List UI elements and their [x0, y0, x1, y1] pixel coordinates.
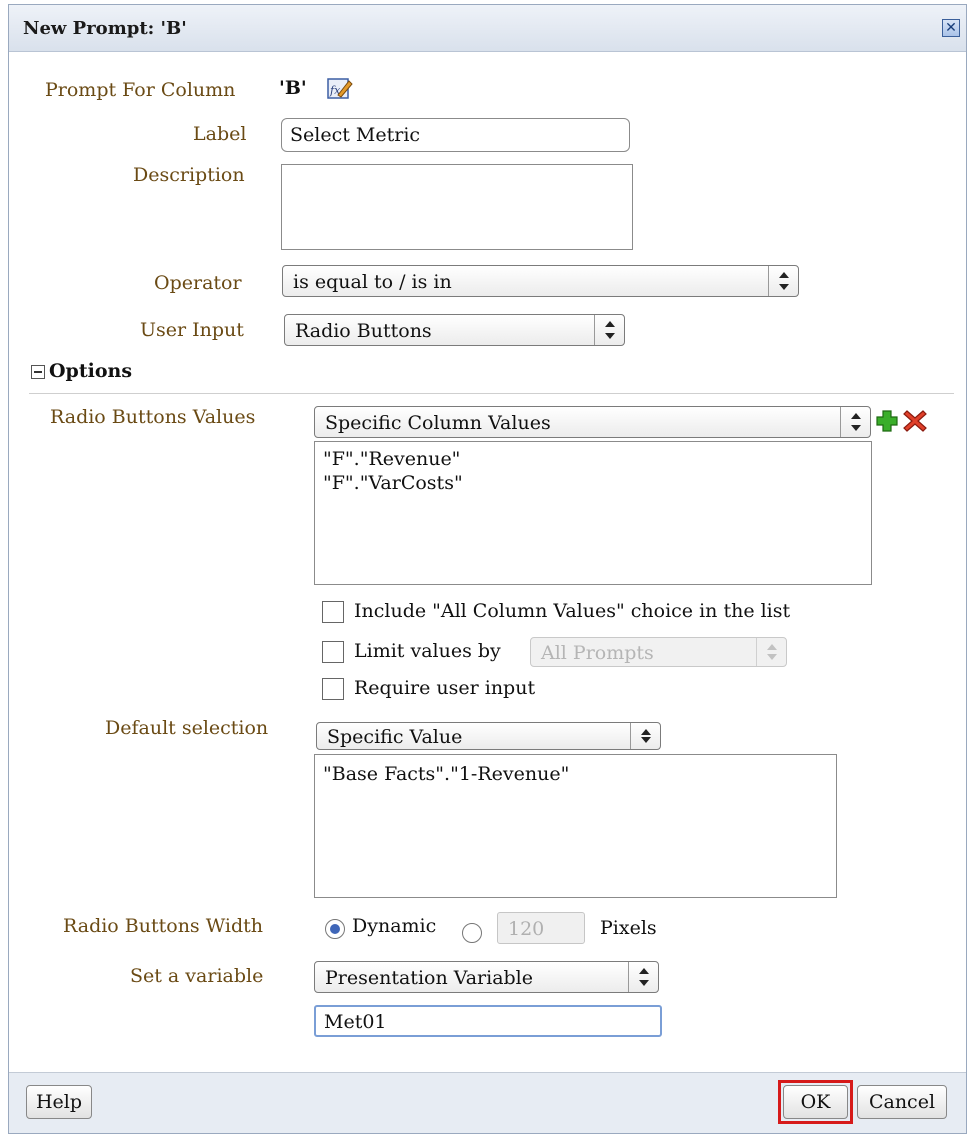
pixels-width-value: 120	[508, 918, 545, 940]
delete-x-icon[interactable]	[902, 409, 928, 433]
edit-formula-icon[interactable]: fx	[327, 77, 353, 101]
list-item[interactable]: "F"."Revenue"	[323, 448, 460, 470]
list-item[interactable]: "Base Facts"."1-Revenue"	[323, 763, 569, 785]
variable-type-value: Presentation Variable	[325, 967, 534, 989]
options-header: Options	[49, 360, 133, 382]
description-label: Description	[133, 164, 245, 186]
limit-values-select[interactable]: All Prompts	[530, 637, 787, 667]
user-input-label: User Input	[140, 319, 244, 341]
dialog-title: New Prompt: 'B'	[23, 18, 187, 39]
radio-values-select[interactable]: Specific Column Values	[314, 406, 871, 438]
label-input[interactable]: Select Metric	[281, 118, 630, 152]
chevron-updown-icon	[594, 315, 624, 345]
cancel-button[interactable]: Cancel	[857, 1085, 947, 1119]
chevron-updown-icon	[628, 962, 658, 992]
default-selection-listbox[interactable]: "Base Facts"."1-Revenue"	[314, 754, 837, 898]
operator-value: is equal to / is in	[293, 271, 452, 293]
variable-name-value: Met01	[324, 1011, 387, 1033]
include-all-checkbox[interactable]	[322, 601, 344, 623]
limit-values-checkbox[interactable]	[322, 641, 344, 663]
radio-values-listbox[interactable]: "F"."Revenue" "F"."VarCosts"	[314, 441, 872, 585]
set-variable-label: Set a variable	[130, 965, 264, 987]
radio-values-select-value: Specific Column Values	[325, 412, 551, 434]
dynamic-radio[interactable]	[325, 919, 345, 939]
operator-select[interactable]: is equal to / is in	[282, 265, 799, 297]
ok-button[interactable]: OK	[783, 1085, 848, 1119]
limit-values-label: Limit values by	[354, 640, 501, 662]
require-input-label: Require user input	[354, 677, 536, 699]
dialog-title-bar[interactable]: New Prompt: 'B' ✕	[9, 5, 966, 52]
default-selection-select[interactable]: Specific Value	[316, 722, 661, 750]
close-icon[interactable]: ✕	[942, 19, 960, 37]
include-all-label: Include "All Column Values" choice in th…	[354, 600, 791, 622]
user-input-select[interactable]: Radio Buttons	[284, 314, 625, 346]
dynamic-radio-label: Dynamic	[352, 915, 437, 937]
variable-type-select[interactable]: Presentation Variable	[314, 961, 659, 993]
default-selection-select-value: Specific Value	[327, 726, 463, 748]
operator-label: Operator	[154, 272, 242, 294]
pixels-radio[interactable]	[462, 923, 482, 943]
prompt-for-column-label: Prompt For Column	[45, 79, 236, 101]
width-label: Radio Buttons Width	[63, 915, 264, 937]
label-field-label: Label	[193, 123, 247, 145]
new-prompt-dialog: New Prompt: 'B' ✕ Prompt For Column 'B' …	[8, 4, 967, 1134]
radio-values-label: Radio Buttons Values	[50, 406, 256, 428]
default-selection-label: Default selection	[105, 717, 269, 739]
chevron-updown-icon	[768, 266, 798, 296]
description-textarea[interactable]	[281, 164, 633, 250]
variable-name-input[interactable]: Met01	[314, 1005, 662, 1037]
pixels-width-input[interactable]: 120	[497, 912, 585, 944]
pixels-unit-label: Pixels	[600, 917, 657, 939]
help-button[interactable]: Help	[26, 1085, 92, 1119]
require-input-checkbox[interactable]	[322, 678, 344, 700]
label-input-value: Select Metric	[290, 124, 421, 146]
plus-icon[interactable]	[875, 409, 899, 433]
user-input-value: Radio Buttons	[295, 320, 432, 342]
prompt-for-column-value: 'B'	[279, 77, 307, 99]
limit-values-select-value: All Prompts	[541, 642, 654, 664]
collapse-icon[interactable]	[31, 365, 45, 379]
dialog-footer: Help OK Cancel	[9, 1072, 966, 1133]
options-divider	[29, 393, 954, 394]
list-item[interactable]: "F"."VarCosts"	[323, 472, 463, 494]
chevron-updown-icon	[840, 407, 870, 437]
chevron-updown-icon	[630, 723, 660, 749]
chevron-updown-icon	[756, 638, 786, 666]
